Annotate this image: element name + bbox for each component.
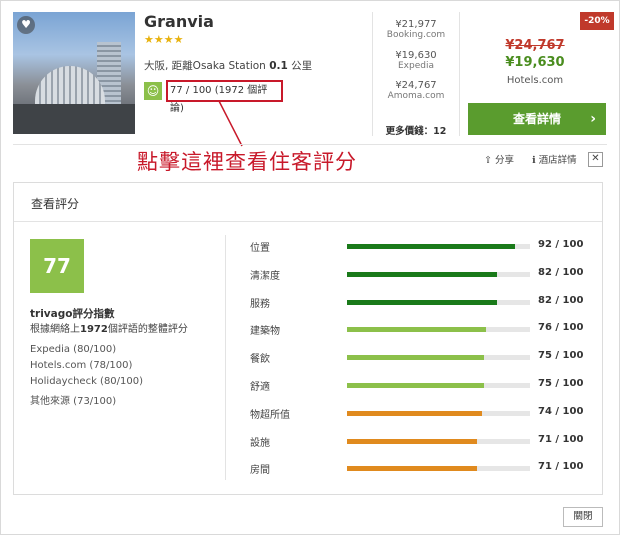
index-sub-prefix: 根據網絡上 xyxy=(30,324,80,335)
share-label: 分享 xyxy=(495,155,515,166)
close-icon[interactable]: ✕ xyxy=(588,152,603,167)
category-label: 餐飲 xyxy=(250,354,270,366)
category-label: 清潔度 xyxy=(250,270,280,282)
offer-price: ¥24,767 xyxy=(395,80,437,91)
category-row: 清潔度 82 / 100 xyxy=(250,266,590,282)
score-bar-track xyxy=(347,410,530,416)
category-label: 房間 xyxy=(250,465,270,477)
deal-price: ¥19,630 xyxy=(505,55,565,70)
reviews-panel: 查看評分 77 trivago評分指數 根據網絡上1972個評語的整體評分 Ex… xyxy=(13,182,603,495)
offer-amoma[interactable]: ¥24,767 Amoma.com xyxy=(373,80,459,101)
score-bar-fill xyxy=(347,244,516,249)
offer-site: Booking.com xyxy=(386,30,446,40)
deal-site: Hotels.com xyxy=(506,75,564,86)
score-bar-fill xyxy=(347,410,483,416)
discount-badge: -20% xyxy=(580,12,614,30)
category-label: 服務 xyxy=(250,298,270,310)
category-score: 71 / 100 xyxy=(538,461,584,473)
category-row: 建築物 76 / 100 xyxy=(250,322,590,338)
category-score: 74 / 100 xyxy=(538,405,584,417)
category-score: 76 / 100 xyxy=(538,322,584,334)
category-row: 舒適 75 / 100 xyxy=(250,378,590,393)
score-bar-fill xyxy=(347,271,498,277)
chevron-right-icon: › xyxy=(590,111,596,127)
category-row: 房間 71 / 100 xyxy=(250,461,590,477)
offer-expedia[interactable]: ¥19,630 Expedia xyxy=(373,50,459,71)
view-deal-button[interactable]: 查看詳情 › xyxy=(468,103,606,135)
divider xyxy=(13,144,607,145)
source-score: Holidaycheck (80/100) xyxy=(30,376,144,387)
score-bar-fill xyxy=(347,438,477,444)
score-bar-track xyxy=(347,271,530,277)
offer-price: ¥19,630 xyxy=(395,50,437,61)
close-button[interactable]: 關閉 xyxy=(563,507,603,527)
hotel-details-button[interactable]: ℹ 酒店詳情 xyxy=(532,152,577,166)
category-label: 建築物 xyxy=(250,326,280,338)
reviews-title: 查看評分 xyxy=(31,197,80,211)
hotel-details-label: 酒店詳情 xyxy=(538,155,577,166)
more-prices-link[interactable]: 更多價錢：12 xyxy=(373,123,459,137)
offer-price: ¥21,977 xyxy=(395,19,437,30)
category-label: 物超所值 xyxy=(250,409,290,421)
category-label: 舒適 xyxy=(250,382,270,393)
offer-site: Expedia xyxy=(398,61,434,71)
score-bar-fill xyxy=(347,355,485,361)
overall-score: 77 xyxy=(30,239,84,293)
index-title: trivago評分指數 xyxy=(30,308,115,320)
info-icon: ℹ xyxy=(532,155,536,166)
index-sub-suffix: 個評語的整體評分 xyxy=(107,324,188,335)
score-bar-track xyxy=(347,355,530,361)
share-icon: ⇪ xyxy=(484,155,492,166)
review-count: 1972 xyxy=(80,324,108,335)
view-deal-label: 查看詳情 xyxy=(512,112,561,126)
score-bar-fill xyxy=(347,327,487,333)
category-label: 位置 xyxy=(250,243,270,254)
score-bar-track xyxy=(347,466,530,472)
source-score: Expedia (80/100) xyxy=(30,344,117,355)
category-score: 75 / 100 xyxy=(538,378,584,389)
category-score: 71 / 100 xyxy=(538,433,584,445)
category-row: 設施 71 / 100 xyxy=(250,433,590,449)
divider xyxy=(225,235,226,480)
source-score: 其他來源 (73/100) xyxy=(30,396,117,407)
category-score: 82 / 100 xyxy=(538,294,584,306)
score-bar-track xyxy=(347,327,530,333)
score-bar-track xyxy=(347,299,530,305)
category-row: 位置 92 / 100 xyxy=(250,239,590,254)
category-score: 82 / 100 xyxy=(538,266,584,278)
annotation-text: 點擊這裡查看住客評分 xyxy=(137,150,357,174)
old-price: ¥24,767 xyxy=(505,38,565,53)
category-row: 物超所值 74 / 100 xyxy=(250,405,590,421)
score-bar-track xyxy=(347,383,530,388)
score-bar-fill xyxy=(347,299,498,305)
category-score: 92 / 100 xyxy=(538,239,584,250)
score-bar-fill xyxy=(347,466,477,472)
index-subtitle: 根據網絡上1972個評語的整體評分 xyxy=(30,320,188,335)
score-bar-fill xyxy=(347,383,485,388)
offer-site: Amoma.com xyxy=(387,91,445,101)
score-bar-track xyxy=(347,244,530,249)
category-row: 餐飲 75 / 100 xyxy=(250,350,590,366)
score-bar-track xyxy=(347,438,530,444)
share-button[interactable]: ⇪ 分享 xyxy=(484,152,514,166)
category-score: 75 / 100 xyxy=(538,350,584,362)
divider xyxy=(14,221,602,222)
divider xyxy=(459,12,460,136)
category-row: 服務 82 / 100 xyxy=(250,294,590,310)
annotation-arrow-line xyxy=(218,100,243,147)
category-label: 設施 xyxy=(250,437,270,449)
offer-booking[interactable]: ¥21,977 Booking.com xyxy=(373,19,459,40)
source-score: Hotels.com (78/100) xyxy=(30,360,133,371)
